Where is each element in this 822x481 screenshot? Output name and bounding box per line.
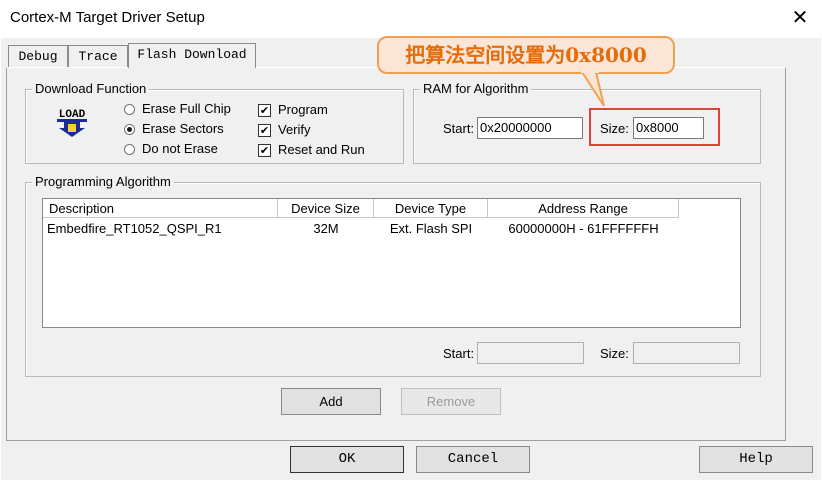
reset-and-run-label: Reset and Run bbox=[278, 142, 365, 157]
tab-trace[interactable]: Trace bbox=[68, 45, 128, 68]
verify-label: Verify bbox=[278, 122, 311, 137]
callout-pointer bbox=[580, 70, 605, 107]
do-not-erase-label: Do not Erase bbox=[142, 141, 218, 156]
program-checkbox[interactable]: ✔ bbox=[258, 104, 271, 117]
ram-start-label: Start: bbox=[443, 121, 475, 136]
ram-for-algorithm-legend: RAM for Algorithm bbox=[420, 82, 532, 96]
column-header-address-range[interactable]: Address Range bbox=[488, 199, 679, 218]
load-icon: LOAD bbox=[57, 109, 87, 137]
ram-start-input[interactable]: 0x20000000 bbox=[477, 117, 583, 139]
table-row-description[interactable]: Embedfire_RT1052_QSPI_R1 bbox=[47, 221, 222, 237]
reset-and-run-checkbox[interactable]: ✔ bbox=[258, 144, 271, 157]
algorithm-list[interactable]: Description Device Size Device Type Addr… bbox=[42, 198, 741, 328]
close-icon[interactable]: ✕ bbox=[788, 6, 812, 30]
table-row-device-size[interactable]: 32M bbox=[278, 221, 374, 237]
add-button[interactable]: Add bbox=[281, 388, 381, 415]
table-row-device-type[interactable]: Ext. Flash SPI bbox=[374, 221, 488, 237]
remove-button: Remove bbox=[401, 388, 501, 415]
program-label: Program bbox=[278, 102, 328, 117]
algo-size-input bbox=[633, 342, 740, 364]
column-header-device-type[interactable]: Device Type bbox=[374, 199, 488, 218]
verify-checkbox[interactable]: ✔ bbox=[258, 124, 271, 137]
cancel-button[interactable]: Cancel bbox=[416, 446, 530, 473]
do-not-erase-radio[interactable] bbox=[124, 144, 135, 155]
table-row-address-range[interactable]: 60000000H - 61FFFFFFH bbox=[488, 221, 679, 237]
ok-button[interactable]: OK bbox=[290, 446, 404, 473]
algo-size-label: Size: bbox=[600, 346, 629, 361]
download-function-legend: Download Function bbox=[32, 82, 150, 96]
annotation-callout: 把算法空间设置为0x8000 bbox=[377, 36, 675, 74]
algo-start-label: Start: bbox=[443, 346, 475, 361]
help-button[interactable]: Help bbox=[699, 446, 813, 473]
tab-debug[interactable]: Debug bbox=[8, 45, 68, 68]
algo-start-input bbox=[477, 342, 584, 364]
erase-full-chip-radio[interactable] bbox=[124, 104, 135, 115]
window-title: Cortex-M Target Driver Setup bbox=[10, 9, 205, 26]
erase-sectors-radio[interactable] bbox=[124, 124, 135, 135]
tab-flash-download[interactable]: Flash Download bbox=[128, 43, 256, 68]
programming-algorithm-legend: Programming Algorithm bbox=[32, 175, 174, 189]
column-header-description[interactable]: Description bbox=[43, 199, 278, 218]
erase-sectors-label: Erase Sectors bbox=[142, 121, 224, 136]
erase-full-chip-label: Erase Full Chip bbox=[142, 101, 231, 116]
size-highlight-box bbox=[589, 108, 720, 146]
column-header-device-size[interactable]: Device Size bbox=[278, 199, 374, 218]
